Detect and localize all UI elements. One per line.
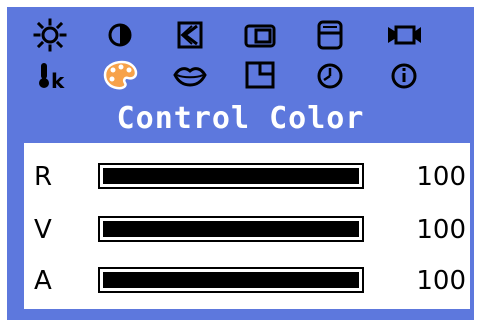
- clock-icon[interactable]: [309, 57, 351, 93]
- slider-value-v: 100: [416, 215, 466, 245]
- thermometer-k-label: k: [51, 69, 65, 92]
- camera-svg: [388, 25, 421, 45]
- size-svg: [244, 24, 276, 48]
- thermometer-k-icon[interactable]: k: [29, 57, 71, 93]
- video-camera-icon[interactable]: [383, 17, 425, 53]
- slider-row-v[interactable]: V 100: [24, 210, 470, 250]
- info-icon[interactable]: [383, 57, 425, 93]
- palette-svg: [103, 60, 138, 90]
- contrast-svg: [108, 23, 132, 47]
- slider-track-r[interactable]: [98, 163, 364, 189]
- window-corner-icon[interactable]: [239, 57, 281, 93]
- brightness-sun-icon[interactable]: [29, 17, 71, 53]
- slider-track-v[interactable]: [98, 216, 364, 242]
- thermometer-svg: k: [39, 63, 65, 92]
- clock-svg: [317, 63, 343, 89]
- slider-label-r: R: [34, 162, 53, 192]
- contrast-icon[interactable]: [99, 17, 141, 53]
- slider-track-a[interactable]: [98, 267, 364, 293]
- section-title: Control Color: [116, 101, 365, 136]
- lips-icon[interactable]: [169, 57, 211, 93]
- slider-fill-r: [103, 168, 359, 184]
- osd-menu-icon[interactable]: [309, 17, 351, 53]
- slider-fill-a: [103, 272, 359, 288]
- position-icon[interactable]: [169, 17, 211, 53]
- color-control-panel: R 100 V 100 A 100: [24, 143, 470, 309]
- slider-value-r: 100: [416, 162, 466, 192]
- info-svg: [391, 63, 417, 89]
- size-icon[interactable]: [239, 17, 281, 53]
- osd-svg: [317, 20, 343, 50]
- slider-label-v: V: [34, 215, 52, 245]
- menu-icon-row-1: [7, 17, 474, 55]
- position-svg: [177, 21, 203, 49]
- slider-label-a: A: [34, 266, 52, 296]
- osd-frame: k Control Color R 100 V 100 A 100: [7, 7, 474, 320]
- palette-color-icon[interactable]: [99, 57, 141, 93]
- slider-row-r[interactable]: R 100: [24, 157, 470, 197]
- lips-svg: [173, 67, 207, 87]
- sun-svg: [33, 18, 67, 52]
- osd-window: k Control Color R 100 V 100 A 100: [0, 0, 483, 331]
- menu-icon-row-2: k: [7, 57, 474, 95]
- slider-row-a[interactable]: A 100: [24, 261, 470, 301]
- slider-fill-v: [103, 221, 359, 237]
- window-svg: [245, 61, 275, 89]
- slider-value-a: 100: [416, 266, 466, 296]
